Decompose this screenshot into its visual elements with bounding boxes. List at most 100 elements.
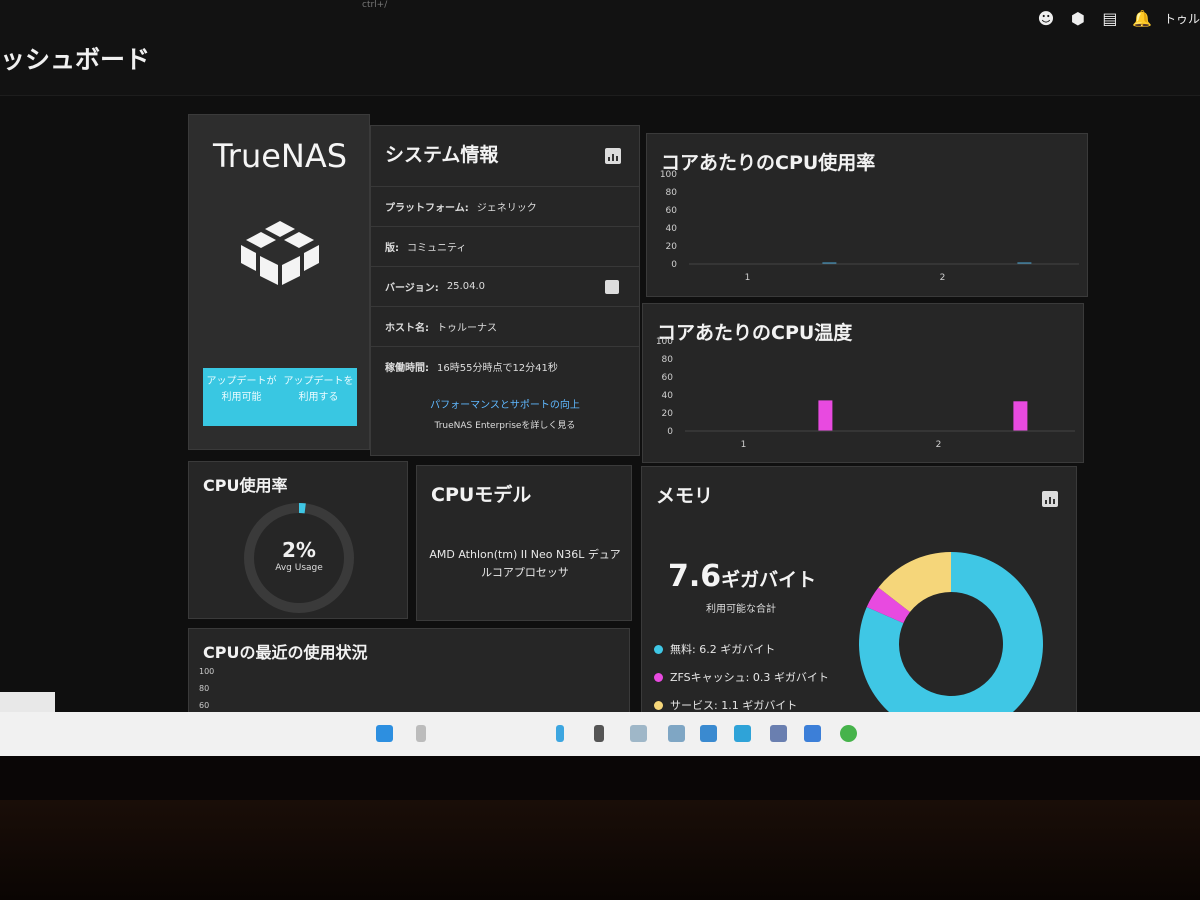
- cpu-model-title: CPUモデル: [431, 484, 532, 506]
- promo: パフォーマンスとサポートの向上 TrueNAS Enterpriseを詳しく見る: [371, 396, 639, 431]
- row-label: バージョン:: [385, 283, 439, 294]
- row-value: 25.04.0: [446, 281, 485, 292]
- report-icon[interactable]: [1042, 491, 1058, 507]
- row-label: プラットフォーム:: [385, 203, 469, 214]
- memory-total-unit: ギガバイト: [721, 569, 817, 591]
- x-tick-label: 2: [940, 273, 946, 283]
- y-tick-label: 100: [656, 337, 673, 347]
- sidebar-tab[interactable]: [0, 692, 55, 712]
- update-button[interactable]: アップデートが利用可能 アップデートを利用する: [203, 368, 357, 426]
- recent-usage-axis: 100 80 60: [199, 663, 214, 712]
- promo-link[interactable]: パフォーマンスとサポートの向上: [371, 396, 639, 411]
- row-value: トゥルーナス: [437, 323, 497, 334]
- cpu-usage-label: Avg Usage: [275, 563, 323, 573]
- truecommand-icon[interactable]: ⬢: [1068, 8, 1088, 28]
- file-explorer-icon[interactable]: [630, 725, 647, 742]
- legend-value: 0.3 ギガバイト: [752, 671, 829, 684]
- task-view-icon[interactable]: [556, 725, 564, 742]
- bar: [1013, 401, 1028, 431]
- platform-row: プラットフォーム: ジェネリック: [371, 186, 639, 226]
- system-info-title: システム情報: [385, 144, 499, 166]
- cpu-core-temp-chart: 100 80 60 40 20 0 1 2: [656, 337, 1075, 450]
- cpu-model-name: AMD Athlon(tm) II Neo N36L デュアルコアプロセッサ: [429, 548, 621, 579]
- report-icon[interactable]: [605, 148, 621, 164]
- cpu-core-temp-card: コアあたりのCPU温度 100 80 60 40 20 0 1 2: [642, 303, 1084, 463]
- promo-subtext: TrueNAS Enterpriseを詳しく見る: [434, 421, 576, 431]
- axis-tick: 80: [199, 684, 210, 693]
- edition-row: 版: コミュニティ: [371, 226, 639, 266]
- version-row: バージョン: 25.04.0: [371, 266, 639, 306]
- truenas-brand: TrueNAS: [212, 137, 348, 175]
- system-info-rows: プラットフォーム: ジェネリック 版: コミュニティ バージョン: 25.04.0 ホ…: [371, 186, 639, 386]
- x-tick-label: 1: [741, 440, 747, 450]
- legend-item-zfs-cache: ZFSキャッシュ: 0.3 ギガバイト: [654, 663, 829, 691]
- bell-icon[interactable]: 🔔: [1132, 8, 1152, 28]
- legend-label: 無料:: [670, 643, 696, 656]
- search-icon[interactable]: [416, 725, 426, 742]
- y-tick-label: 20: [666, 242, 678, 252]
- app2-icon[interactable]: [770, 725, 787, 742]
- memory-donut-chart: [859, 552, 1043, 712]
- legend-item-services: サービス: 1.1 ギガバイト: [654, 691, 829, 712]
- cpu-usage-title: CPU使用率: [203, 476, 288, 495]
- smiley-icon[interactable]: ☻: [1036, 8, 1056, 28]
- axis-tick: 100: [199, 667, 215, 676]
- cpu-core-usage-chart: 100 80 60 40 20 0 1 2: [660, 170, 1079, 283]
- cpu-usage-value: 2%: [282, 538, 316, 562]
- shortcut-hint: ctrl+/: [362, 0, 388, 10]
- row-label: ホスト名:: [385, 323, 429, 334]
- widgets-icon[interactable]: [594, 725, 604, 742]
- y-tick-label: 80: [666, 188, 678, 198]
- legend-dot: [654, 644, 663, 654]
- edge-icon[interactable]: [734, 725, 751, 742]
- row-value: コミュニティ: [407, 243, 467, 254]
- legend-item-free: 無料: 6.2 ギガバイト: [654, 635, 829, 663]
- memory-legend: 無料: 6.2 ギガバイト ZFSキャッシュ: 0.3 ギガバイト サービス: …: [654, 635, 829, 712]
- axis-tick: 60: [199, 701, 210, 710]
- row-value: ジェネリック: [476, 203, 537, 214]
- row-label: 稼働時間:: [385, 363, 429, 374]
- y-tick-label: 0: [671, 260, 677, 270]
- update-available-label: アップデートが利用可能: [206, 376, 277, 403]
- app-icon[interactable]: [700, 725, 717, 742]
- memory-total-value: 7.6: [668, 559, 722, 594]
- y-tick-label: 40: [666, 224, 678, 234]
- store-icon[interactable]: [668, 725, 685, 742]
- legend-label: サービス:: [670, 699, 718, 712]
- legend-value: 1.1 ギガバイト: [721, 699, 798, 712]
- system-info-card: システム情報 プラットフォーム: ジェネリック 版: コミュニティ バージョン: 25…: [370, 125, 640, 456]
- y-tick-label: 40: [662, 391, 674, 401]
- cpu-recent-usage-title: CPUの最近の使用状況: [203, 643, 368, 662]
- chrome-icon[interactable]: [840, 725, 857, 742]
- screen: ctrl+/ ッシュボード ☻ ⬢ ▤ 🔔 トゥル TrueNAS アップデート…: [0, 0, 1200, 712]
- legend-value: 6.2 ギガバイト: [699, 643, 776, 656]
- memory-total-label: 利用可能な合計: [706, 604, 776, 615]
- cpu-model-card: CPUモデル AMD Athlon(tm) II Neo N36L デュアルコア…: [416, 465, 632, 621]
- cpu-core-usage-card: コアあたりのCPU使用率 100 80 60 40 20 0 1 2: [646, 133, 1088, 297]
- desk: [0, 800, 1200, 900]
- y-tick-label: 100: [660, 170, 677, 180]
- user-menu[interactable]: トゥル: [1164, 10, 1200, 27]
- legend-dot: [654, 672, 663, 682]
- start-icon[interactable]: [376, 725, 393, 742]
- logo-card: TrueNAS アップデートが利用可能 アップデートを利用する: [188, 114, 370, 450]
- copy-icon[interactable]: [605, 280, 619, 294]
- top-icons: ☻ ⬢ ▤ 🔔 トゥル: [1036, 8, 1200, 28]
- hostname-row: ホスト名: トゥルーナス: [371, 306, 639, 346]
- memory-total: 7.6ギガバイト: [668, 559, 816, 594]
- top-bar: ctrl+/ ッシュボード ☻ ⬢ ▤ 🔔 トゥル: [0, 0, 1200, 96]
- bar: [818, 400, 833, 431]
- memory-card: メモリ 7.6ギガバイト 利用可能な合計 無料: 6.2 ギガバイト ZFSキャ…: [641, 466, 1077, 712]
- clipboard-icon[interactable]: ▤: [1100, 8, 1120, 28]
- cpu-usage-card: CPU使用率 2% Avg Usage: [188, 461, 408, 619]
- app3-icon[interactable]: [804, 725, 821, 742]
- uptime-row: 稼働時間: 16時55分時点で12分41秒: [371, 346, 639, 386]
- page-title: ッシュボード: [0, 45, 151, 74]
- row-label: 版:: [385, 243, 399, 254]
- y-tick-label: 60: [662, 373, 674, 383]
- y-tick-label: 60: [666, 206, 678, 216]
- taskbar: [0, 712, 1200, 756]
- legend-label: ZFSキャッシュ:: [670, 671, 750, 684]
- x-tick-label: 2: [936, 440, 942, 450]
- truenas-logo-icon: [241, 221, 319, 285]
